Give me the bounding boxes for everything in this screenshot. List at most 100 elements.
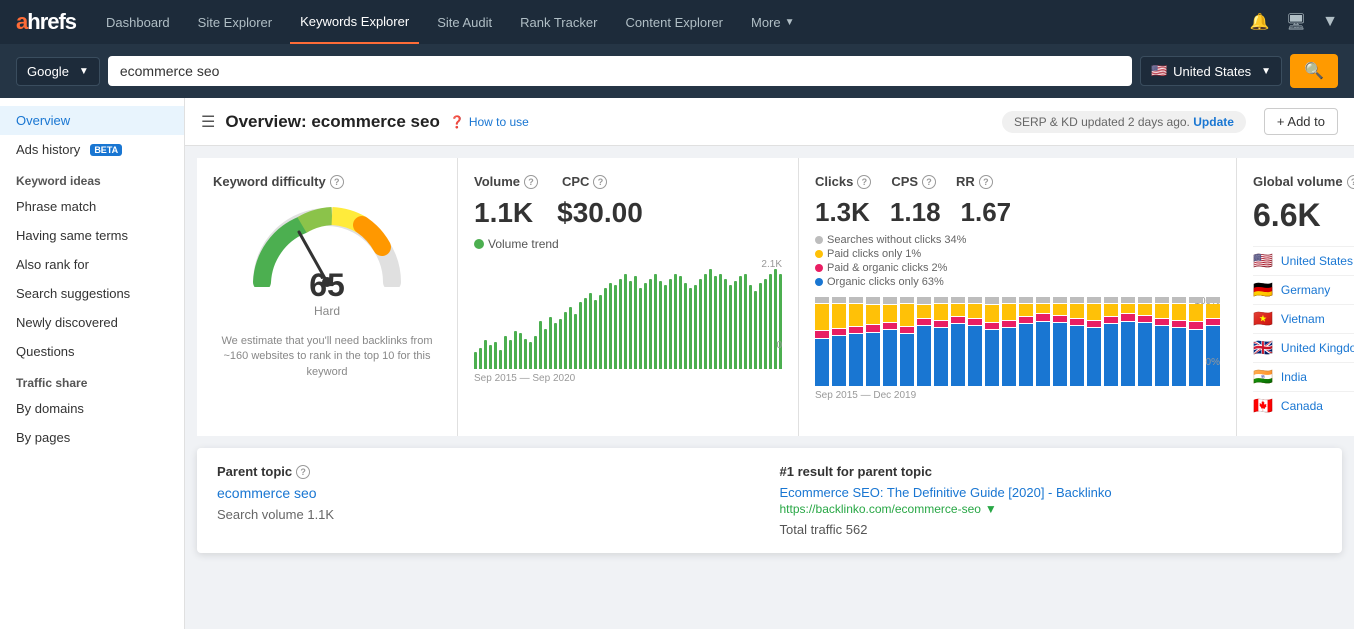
stacked-bar (815, 296, 829, 386)
stacked-bar-segment (1121, 314, 1135, 320)
search-input[interactable] (108, 56, 1132, 86)
sidebar-item-questions[interactable]: Questions (0, 337, 184, 366)
stacked-bar-segment (968, 326, 982, 386)
engine-select[interactable]: Google ▼ (16, 57, 100, 86)
stacked-bar (849, 296, 863, 386)
volume-bar (714, 276, 717, 369)
nav-rank-tracker[interactable]: Rank Tracker (510, 0, 607, 44)
result-url[interactable]: https://backlinko.com/ecommerce-seo ▼ (780, 502, 1323, 516)
stacked-bar-segment (1087, 297, 1101, 303)
nav-site-explorer[interactable]: Site Explorer (188, 0, 282, 44)
volume-bar (739, 276, 742, 369)
volume-info-icon[interactable]: ? (524, 175, 538, 189)
sidebar-item-phrase-match[interactable]: Phrase match (0, 192, 184, 221)
how-to-use-link[interactable]: ❓ How to use (450, 115, 529, 129)
stacked-bar-segment (866, 333, 880, 386)
dropdown-arrow-icon: ▼ (985, 502, 997, 516)
stacked-bar-segment (1155, 304, 1169, 318)
stacked-bar-segment (1087, 328, 1101, 386)
kd-info-icon[interactable]: ? (330, 175, 344, 189)
volume-bar (569, 307, 572, 369)
stacked-bar-segment (1087, 321, 1101, 327)
country-link-ca[interactable]: Canada (1281, 399, 1354, 413)
volume-bar (599, 295, 602, 369)
stacked-bar (832, 296, 846, 386)
stacked-bar (1172, 296, 1186, 386)
sidebar-item-overview[interactable]: Overview (0, 106, 184, 135)
parent-topic-info-icon[interactable]: ? (296, 465, 310, 479)
country-list: 🇺🇸 United States 1.1K 16% 🇩🇪 Germany 1.1… (1253, 246, 1354, 420)
country-link-us[interactable]: United States (1281, 254, 1354, 268)
stacked-bar-segment (1155, 326, 1169, 386)
parent-topic-keyword-link[interactable]: ecommerce seo (217, 485, 760, 501)
country-select[interactable]: 🇺🇸 United States ▼ (1140, 56, 1282, 86)
sidebar-item-newly-discovered[interactable]: Newly discovered (0, 308, 184, 337)
cpc-info-icon[interactable]: ? (593, 175, 607, 189)
rr-info-icon[interactable]: ? (979, 175, 993, 189)
sidebar-item-also-rank-for[interactable]: Also rank for (0, 250, 184, 279)
country-link-in[interactable]: India (1281, 370, 1354, 384)
stacked-bar-segment (1036, 297, 1050, 303)
nav-content-explorer[interactable]: Content Explorer (615, 0, 733, 44)
global-volume-info-icon[interactable]: ? (1347, 175, 1354, 189)
stacked-bar-segment (917, 326, 931, 386)
sidebar-item-by-domains[interactable]: By domains (0, 394, 184, 423)
result-title-link[interactable]: Ecommerce SEO: The Definitive Guide [202… (780, 485, 1323, 500)
stacked-bar (1053, 296, 1067, 386)
add-to-button[interactable]: + Add to (1264, 108, 1338, 135)
nav-keywords-explorer[interactable]: Keywords Explorer (290, 0, 419, 44)
parent-topic-search-volume: Search volume 1.1K (217, 507, 760, 522)
update-link[interactable]: Update (1193, 115, 1234, 129)
stacked-bar (883, 296, 897, 386)
trend-dot-icon (474, 239, 484, 249)
rr-value: 1.67 (961, 197, 1012, 228)
stacked-bar-segment (951, 297, 965, 303)
stacked-bar-segment (866, 325, 880, 332)
volume-bar (594, 300, 597, 369)
nav-more[interactable]: More ▼ (741, 0, 805, 44)
stacked-bar-segment (832, 336, 846, 386)
chevron-down-nav-icon[interactable]: ▼ (1322, 13, 1338, 31)
volume-bar (564, 312, 567, 369)
monitor-icon[interactable]: 🖥 (1286, 12, 1306, 32)
volume-bar (534, 336, 537, 369)
country-link-de[interactable]: Germany (1281, 283, 1354, 297)
nav-dashboard[interactable]: Dashboard (96, 0, 180, 44)
volume-bar (664, 285, 667, 369)
page-header: ☰ Overview: ecommerce seo ❓ How to use S… (185, 98, 1354, 146)
stacked-bar (1036, 296, 1050, 386)
stacked-bar-segment (1189, 330, 1203, 386)
sidebar-item-search-suggestions[interactable]: Search suggestions (0, 279, 184, 308)
volume-bar (614, 285, 617, 369)
logo: ahrefs (16, 9, 76, 35)
stacked-bar-segment (934, 321, 948, 327)
volume-bar (734, 281, 737, 369)
cps-info-icon[interactable]: ? (922, 175, 936, 189)
clicks-info-icon[interactable]: ? (857, 175, 871, 189)
stacked-bar-segment (934, 297, 948, 303)
legend-item-0: Searches without clicks 34% (815, 234, 1220, 246)
clicks-metrics-row: 1.3K 1.18 1.67 (815, 197, 1220, 228)
search-button[interactable]: 🔍 (1290, 54, 1338, 88)
stacked-bar-segment (1189, 304, 1203, 321)
sidebar-item-ads-history[interactable]: Ads history BETA (0, 135, 184, 164)
volume-bar (479, 348, 482, 369)
stacked-bar-segment (1206, 297, 1220, 303)
stacked-bar-segment (815, 304, 829, 330)
country-link-gb[interactable]: United Kingdom (1281, 341, 1354, 355)
sidebar-item-by-pages[interactable]: By pages (0, 423, 184, 452)
volume-bar (504, 336, 507, 369)
hamburger-icon[interactable]: ☰ (201, 112, 215, 132)
stacked-bar (1070, 296, 1084, 386)
bell-icon[interactable]: 🔔 (1250, 12, 1270, 32)
nav-site-audit[interactable]: Site Audit (427, 0, 502, 44)
clicks-axis-bottom: 0% (1206, 357, 1220, 368)
stacked-bar (866, 296, 880, 386)
stacked-bar-segment (1019, 317, 1033, 323)
global-volume-title: Global volume ? (1253, 174, 1354, 189)
country-link-vn[interactable]: Vietnam (1281, 312, 1354, 326)
sidebar-item-having-same-terms[interactable]: Having same terms (0, 221, 184, 250)
stacked-bar-segment (1053, 297, 1067, 303)
volume-chart-container: 2.1K 0 (474, 259, 782, 369)
stacked-bar-segment (1036, 322, 1050, 387)
